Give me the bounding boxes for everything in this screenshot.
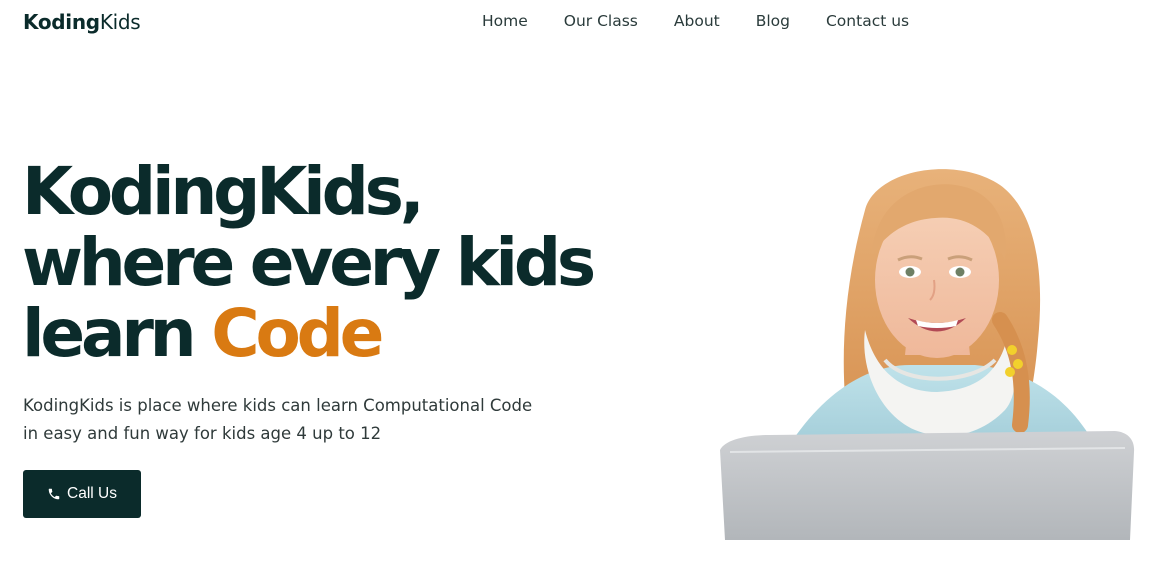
hero-heading-accent: Code (211, 295, 384, 372)
hero-heading: KodingKids, where every kids learn Code (22, 153, 596, 369)
hero-heading-line-3-prefix: learn (22, 295, 212, 372)
child-with-laptop-illustration (720, 169, 1135, 540)
landing-page: Koding Kids Home Our Class About Blog Con… (0, 0, 1153, 578)
call-us-label: Call Us (67, 485, 117, 502)
hero-heading-line-3: learn Code (22, 298, 592, 369)
hero-subtitle-line-2: in easy and fun way for kids age 4 up to… (23, 424, 382, 443)
nav-our-class[interactable]: Our Class (564, 12, 638, 30)
hero-subtitle-line-1: KodingKids is place where kids can learn… (23, 396, 533, 415)
main-nav: Home Our Class About Blog Contact us (482, 12, 909, 30)
laptop (720, 431, 1135, 540)
nav-about[interactable]: About (674, 12, 720, 30)
hero-heading-line-2: where every kids (22, 224, 596, 301)
hero-subtitle: KodingKids is place where kids can learn… (23, 392, 623, 448)
phone-icon (48, 488, 60, 500)
hero-heading-line-1: KodingKids, (22, 153, 425, 230)
site-header: Koding Kids Home Our Class About Blog Con… (0, 0, 1153, 44)
logo-light-text: Kids (99, 10, 141, 34)
nav-home[interactable]: Home (482, 12, 528, 30)
logo-bold-text: Koding (23, 10, 100, 34)
call-us-button[interactable]: Call Us (23, 470, 141, 518)
site-logo[interactable]: Koding Kids (23, 10, 141, 34)
nav-blog[interactable]: Blog (756, 12, 790, 30)
nav-contact-us[interactable]: Contact us (826, 12, 909, 30)
